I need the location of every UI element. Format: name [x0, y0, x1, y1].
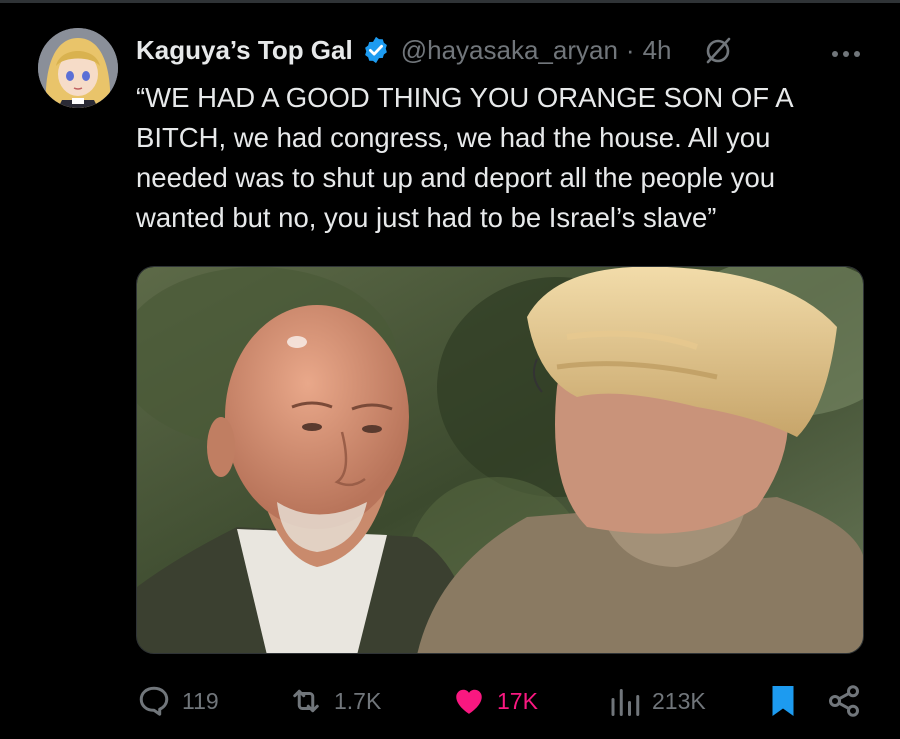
views-icon	[611, 689, 640, 716]
author-handle[interactable]: @hayasaka_aryan	[401, 35, 618, 66]
retweet-count: 1.7K	[334, 687, 382, 714]
tweet-header: Kaguya’s Top Gal @hayasaka_aryan · 4h	[136, 30, 734, 70]
media-photo	[137, 267, 863, 653]
bookmark-icon	[772, 686, 794, 716]
share-button[interactable]	[826, 676, 862, 726]
top-divider	[0, 0, 900, 3]
display-name[interactable]: Kaguya’s Top Gal	[136, 35, 353, 66]
tweet-media-image[interactable]	[136, 266, 864, 654]
views-button[interactable]: 213K	[608, 676, 706, 726]
verified-badge-icon[interactable]	[361, 35, 391, 65]
heart-icon	[456, 689, 482, 714]
action-bar: 119 1.7K 17K 213K	[0, 676, 900, 726]
grok-icon[interactable]	[702, 34, 734, 66]
reply-icon	[139, 686, 169, 716]
reply-button[interactable]: 119	[136, 676, 219, 726]
share-icon	[829, 685, 859, 717]
more-icon[interactable]	[830, 46, 862, 57]
like-count: 17K	[497, 687, 538, 714]
views-count: 213K	[652, 687, 706, 714]
retweet-button[interactable]: 1.7K	[288, 676, 381, 726]
bookmark-button[interactable]	[765, 676, 801, 726]
separator: ·	[625, 34, 635, 65]
avatar-image	[38, 28, 118, 108]
like-button[interactable]: 17K	[451, 676, 538, 726]
tweet-text: “WE HAD A GOOD THING YOU ORANGE SON OF A…	[136, 82, 793, 233]
retweet-icon	[293, 689, 319, 713]
timestamp[interactable]: 4h	[643, 35, 672, 66]
reply-count: 119	[182, 687, 219, 714]
avatar[interactable]	[38, 28, 118, 108]
